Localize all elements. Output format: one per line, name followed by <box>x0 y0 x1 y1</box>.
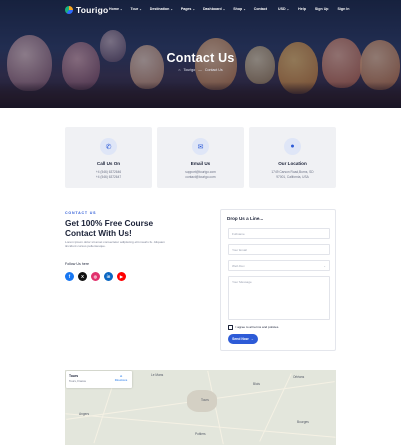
nav-item-home[interactable]: Home ⌄ <box>109 7 123 11</box>
nav-item-shop[interactable]: Shop ⌄ <box>233 7 246 11</box>
menu-item-label: Dashboard <box>202 7 222 11</box>
menu-item-label: Sign Up <box>314 7 329 11</box>
phone-icon: ✆ <box>100 138 117 155</box>
send-button[interactable]: Send Now → <box>228 334 258 344</box>
subject-select-value: Web Dev <box>232 263 245 268</box>
nav-utility-help[interactable]: Help <box>298 7 306 11</box>
chevron-down-icon: ⌄ <box>222 7 226 11</box>
menu-item-label: Tour <box>130 7 139 11</box>
chevron-down-icon: ⌄ <box>323 263 326 268</box>
email-input[interactable]: Your Email <box>228 244 330 255</box>
section-headline: Get 100% Free Course Contact With Us! <box>65 218 154 238</box>
nav-item-tour[interactable]: Tour ⌄ <box>131 7 142 11</box>
menu-item-label: Sign In <box>337 7 350 11</box>
breadcrumb: ⌂ Tourigo — Contact Us <box>0 68 401 72</box>
card-line: 1749 Carson Road,Burns, SD <box>271 170 314 174</box>
card-line[interactable]: +4 (546) 6372647 <box>65 175 152 179</box>
chevron-down-icon: ⌄ <box>243 7 246 11</box>
contact-card-phone: ✆ Call Us On +4 (546) 6372646 +4 (546) 6… <box>65 127 152 188</box>
logo[interactable]: Tourigo <box>65 5 108 15</box>
form-title: Drop Us a Line... <box>227 216 264 221</box>
social-links: f X ◎ in ▶ <box>65 272 126 281</box>
breadcrumb-separator: — <box>198 68 202 72</box>
location-pin-icon: ● <box>284 138 301 155</box>
hero-banner: Tourigo Home ⌄ Tour ⌄ Destination ⌄ Pages ⌄ Dash… <box>0 0 401 108</box>
menu-item-label: Help <box>298 7 306 11</box>
agree-label[interactable]: I agree to all terms and policies. <box>236 325 280 329</box>
map-label: Bourges <box>297 420 309 424</box>
chevron-down-icon: ⌄ <box>139 7 142 11</box>
chevron-down-icon: ⌄ <box>192 7 195 11</box>
subject-select[interactable]: Web Dev ⌄ <box>228 260 330 271</box>
top-navigation: Tourigo Home ⌄ Tour ⌄ Destination ⌄ Pages ⌄ Dash… <box>0 5 401 17</box>
card-line[interactable]: +4 (546) 6372646 <box>65 170 152 174</box>
menu-item-label: Pages <box>180 7 192 11</box>
linkedin-icon[interactable]: in <box>104 272 113 281</box>
menu-item-label: Contact <box>253 7 268 11</box>
facebook-icon[interactable]: f <box>65 272 74 281</box>
chevron-down-icon: ⌄ <box>120 7 123 11</box>
section-description: Lorem ipsum dolor sit amet consectetur a… <box>65 240 165 249</box>
card-line[interactable]: contact@tourigo.com <box>157 175 244 179</box>
logo-icon <box>65 6 73 14</box>
nav-utility-usd[interactable]: USD ⌄ <box>278 7 289 11</box>
map-label: Orléans <box>293 375 305 379</box>
breadcrumb-item-current: Contact Us <box>204 68 223 72</box>
card-title: Call Us On <box>96 161 121 166</box>
chevron-down-icon: ⌄ <box>286 7 290 11</box>
send-button-label: Send Now <box>232 337 249 341</box>
menu-item-label: Shop <box>233 7 243 11</box>
contact-card-email: ✉ Email Us support@tourigo.com contact@t… <box>157 127 244 188</box>
nav-item-dashboard[interactable]: Dashboard ⌄ <box>203 7 225 11</box>
chevron-down-icon: ⌄ <box>170 7 173 11</box>
home-icon: ⌂ <box>178 68 181 72</box>
youtube-icon[interactable]: ▶ <box>117 272 126 281</box>
menu-item-label: Home <box>109 7 119 11</box>
nav-item-contact[interactable]: Contact <box>254 7 267 11</box>
nav-utility-links: USD ⌄ Help Sign Up Sign In <box>278 7 349 11</box>
agree-checkbox[interactable] <box>228 325 233 330</box>
instagram-icon[interactable]: ◎ <box>91 272 100 281</box>
logo-text: Tourigo <box>76 5 109 15</box>
section-eyebrow: CONTACT US <box>65 211 97 215</box>
card-title: Email Us <box>190 161 211 166</box>
nav-utility-sign-up[interactable]: Sign Up <box>315 7 329 11</box>
nav-utility-sign-in[interactable]: Sign In <box>337 7 349 11</box>
nav-item-pages[interactable]: Pages ⌄ <box>181 7 195 11</box>
main-menu: Home ⌄ Tour ⌄ Destination ⌄ Pages ⌄ Dashboard ⌄ Sh… <box>109 7 267 11</box>
directions-label: Directions <box>114 378 128 382</box>
map-label: Le Mans <box>151 373 164 377</box>
map-info-card: Tours Tours, France ➦ Directions <box>66 371 132 388</box>
map-place-name: Tours <box>69 374 79 378</box>
location-map[interactable]: Tours Blois Orléans Le Mans Poitiers Ang… <box>65 370 336 445</box>
card-line[interactable]: support@tourigo.com <box>157 170 244 174</box>
map-place-address: Tours, France <box>69 379 87 383</box>
map-label: Poitiers <box>195 432 206 436</box>
contact-form: Drop Us a Line... Fullname Your Email We… <box>220 209 336 351</box>
contact-card-location: ● Our Location 1749 Carson Road,Burns, S… <box>249 127 336 188</box>
x-icon[interactable]: X <box>78 272 87 281</box>
card-line: 97001, California, USA <box>276 175 309 179</box>
nav-item-destination[interactable]: Destination ⌄ <box>150 7 173 11</box>
follow-label: Follow Us here <box>65 262 89 266</box>
breadcrumb-item-home[interactable]: Tourigo <box>184 68 196 72</box>
map-label: Tours <box>201 398 209 402</box>
fullname-input[interactable]: Fullname <box>228 228 330 239</box>
page-title: Contact Us <box>166 51 235 65</box>
message-textarea[interactable]: Your Message <box>228 276 330 320</box>
card-title: Our Location <box>278 161 307 166</box>
map-label: Blois <box>253 382 260 386</box>
agree-row: I agree to all terms and policies. <box>228 325 279 330</box>
menu-item-label: USD <box>278 7 286 11</box>
mail-icon: ✉ <box>192 138 209 155</box>
map-directions-link[interactable]: ➦ Directions <box>113 374 129 382</box>
map-label: Angers <box>79 412 90 416</box>
menu-item-label: Destination <box>149 7 170 11</box>
arrow-right-icon: → <box>250 337 254 341</box>
